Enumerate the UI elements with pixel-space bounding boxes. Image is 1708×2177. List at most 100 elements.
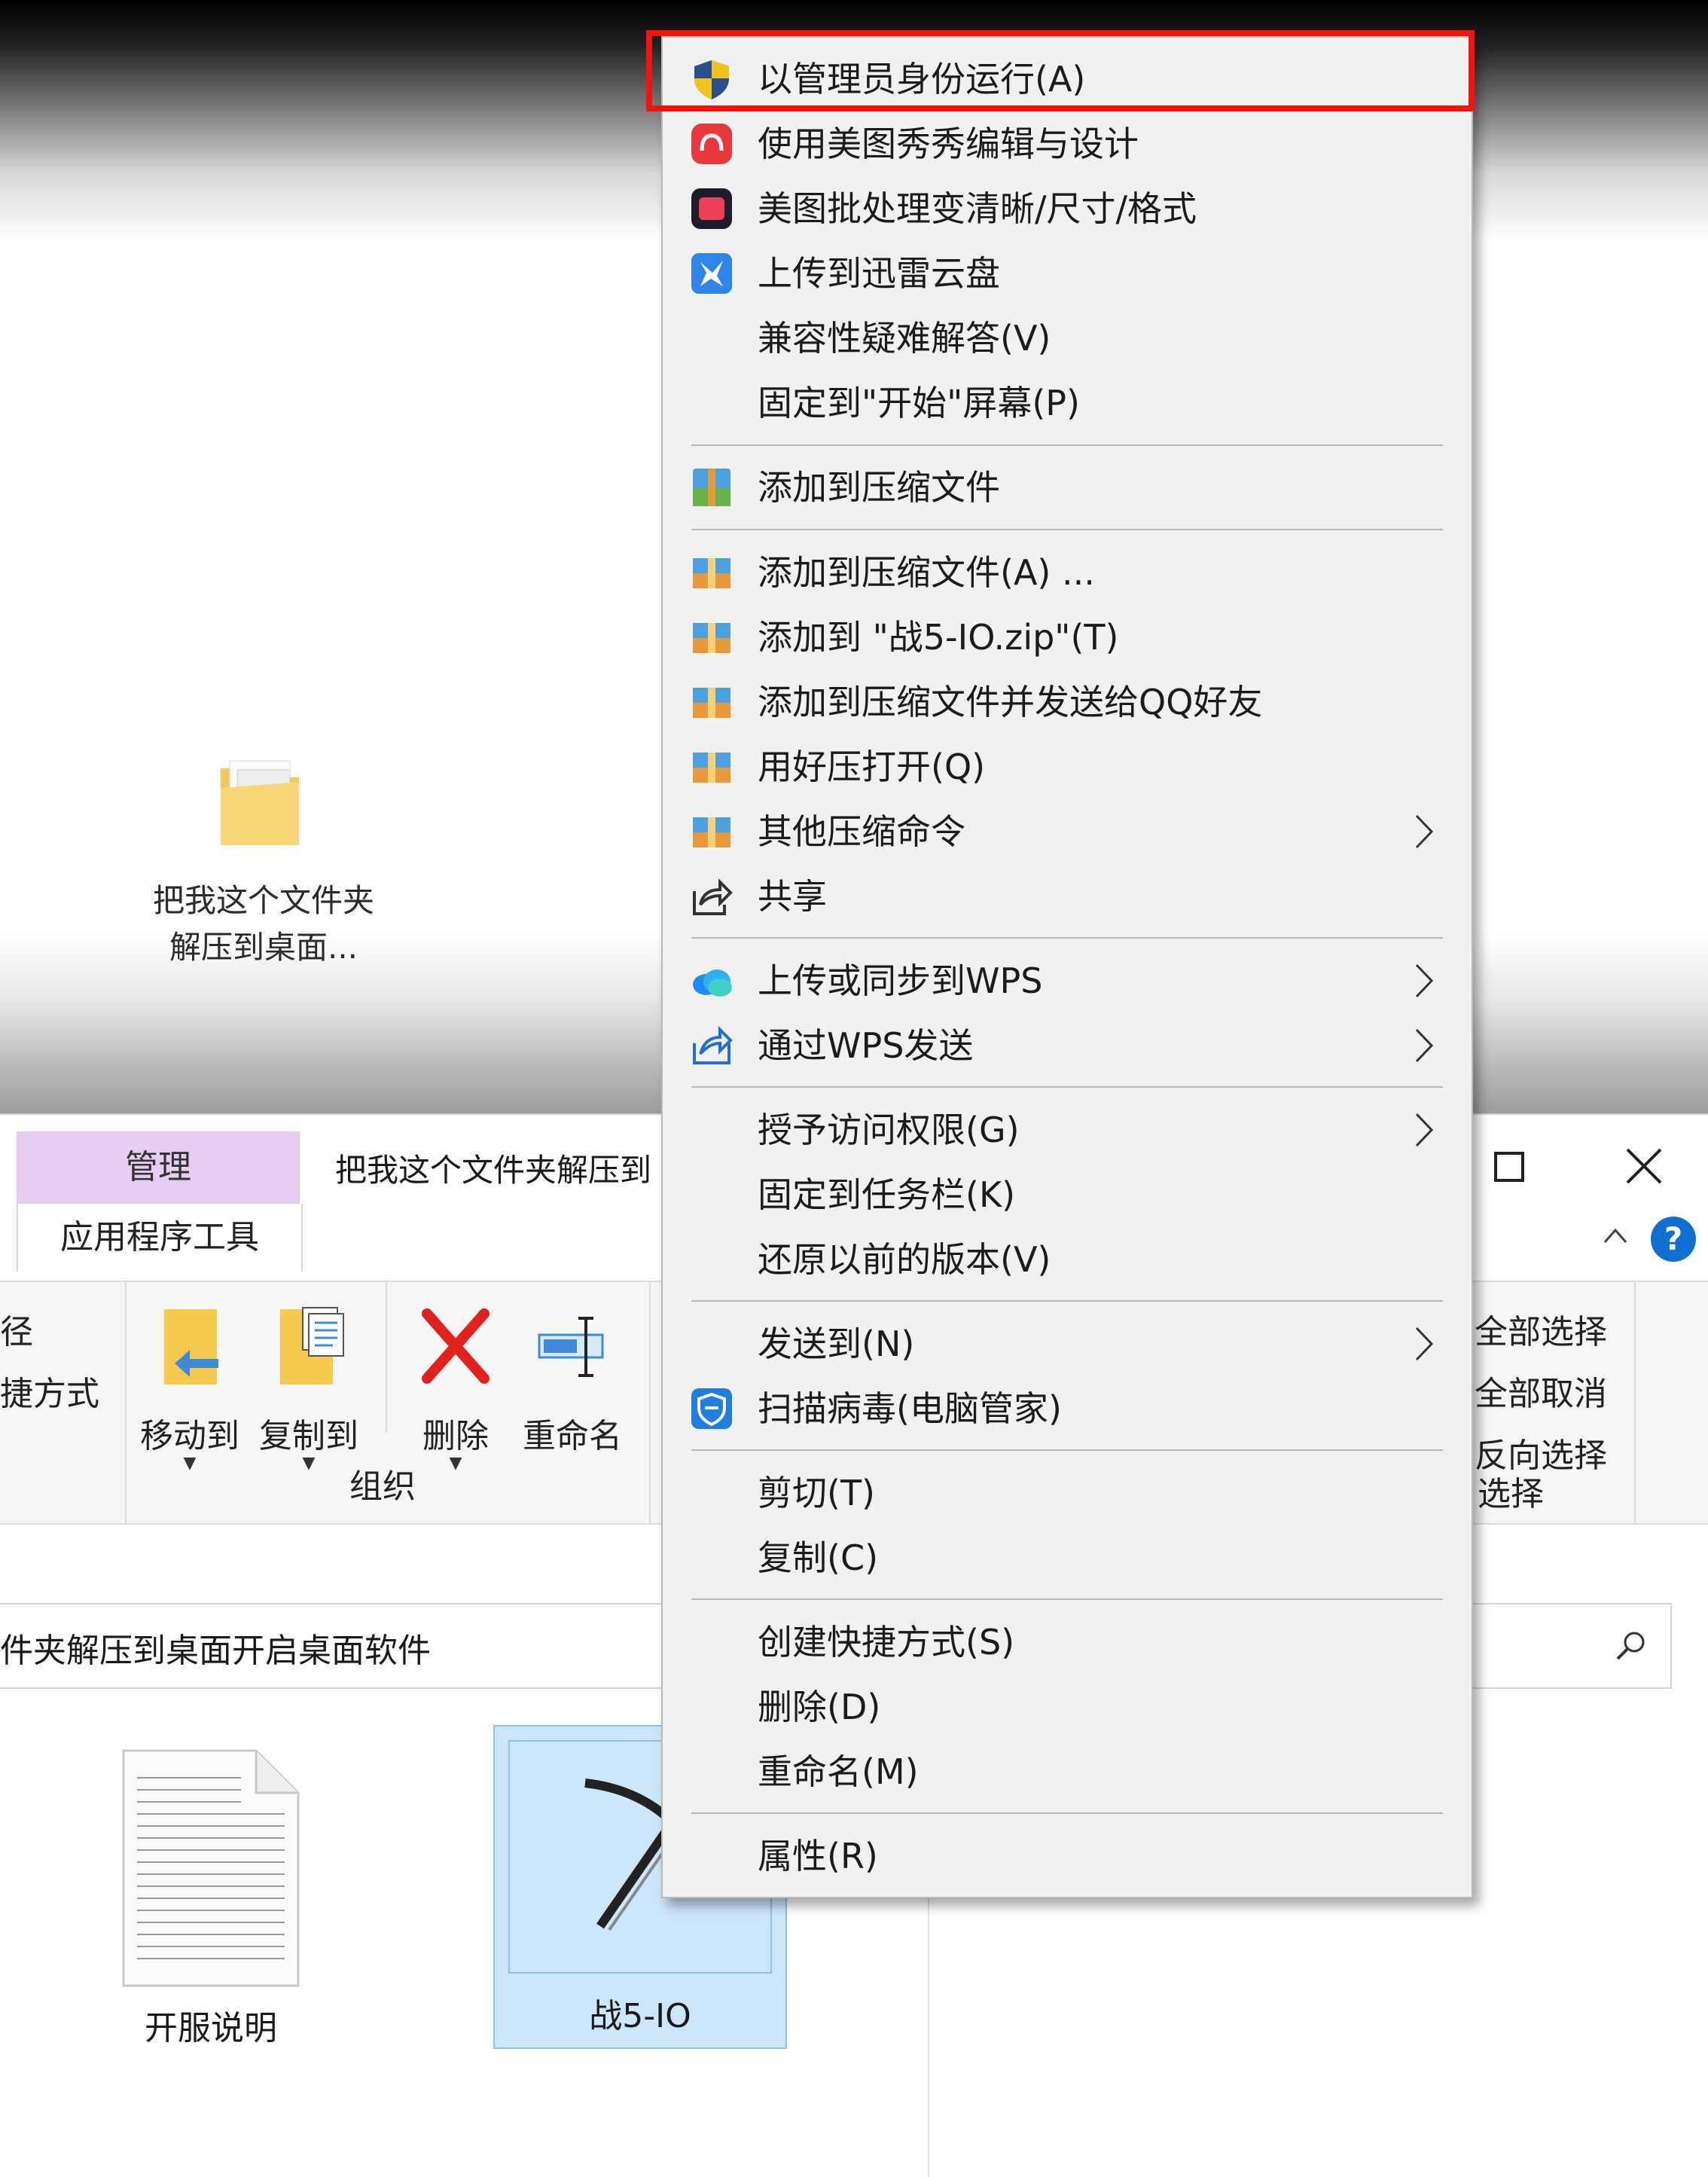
ribbon-divider [386, 1282, 387, 1433]
move-to-icon [164, 1309, 218, 1385]
menu-separator [691, 529, 1443, 530]
menu-item-create-shortcut[interactable]: 创建快捷方式(S) [663, 1610, 1472, 1675]
file-name: 开服说明 [145, 2009, 277, 2047]
menu-item-add-archive-options[interactable]: 添加到压缩文件(A) ... [663, 540, 1472, 605]
menu-item-label: 上传到迅雷云盘 [758, 253, 1000, 294]
xunlei-icon [691, 253, 732, 294]
rename-button[interactable]: 重命名 [520, 1306, 625, 1457]
copy-to-label: 复制到 [259, 1417, 358, 1455]
menu-item-pin-taskbar[interactable]: 固定到任务栏(K) [663, 1162, 1472, 1227]
menu-item-meitu-edit[interactable]: 使用美图秀秀编辑与设计 [663, 111, 1472, 176]
menu-item-label: 其他压缩命令 [758, 811, 965, 852]
menu-item-copy[interactable]: 复制(C) [663, 1525, 1472, 1590]
menu-item-rename[interactable]: 重命名(M) [663, 1739, 1472, 1804]
menu-item-send-to[interactable]: 发送到(N) [663, 1311, 1472, 1376]
pc-manager-icon [691, 1388, 732, 1429]
menu-separator [691, 444, 1443, 446]
menu-item-label: 美图批处理变清晰/尺寸/格式 [758, 188, 1197, 229]
menu-separator [691, 1086, 1443, 1088]
menu-item-label: 扫描病毒(电脑管家) [758, 1388, 1062, 1429]
menu-item-xunlei-upload[interactable]: 上传到迅雷云盘 [663, 241, 1472, 306]
menu-item-label: 删除(D) [758, 1687, 881, 1727]
archive-icon [693, 817, 730, 847]
menu-item-label: 复制(C) [758, 1537, 879, 1578]
folder-icon [221, 760, 299, 845]
chevron-right-icon [1415, 1113, 1434, 1147]
move-to-label: 移动到 [140, 1417, 239, 1455]
menu-separator [691, 1598, 1443, 1600]
help-button[interactable]: ? [1651, 1217, 1696, 1262]
text-file-icon [122, 1749, 300, 1987]
meitu-batch-icon [691, 188, 732, 229]
wps-send-icon [693, 1026, 733, 1064]
group-select-label: 选择 [1478, 1475, 1544, 1513]
archive-icon [693, 469, 730, 506]
desktop-folder-label: 把我这个文件夹解压到桌面... [152, 882, 374, 966]
desktop-folder-item[interactable]: 把我这个文件夹解压到桌面... [151, 742, 377, 991]
menu-item-label: 兼容性疑难解答(V) [758, 318, 1051, 359]
menu-item-other-compress[interactable]: 其他压缩命令 [663, 799, 1472, 864]
delete-label: 删除 [422, 1417, 489, 1455]
menu-item-label: 发送到(N) [758, 1324, 915, 1364]
menu-item-delete[interactable]: 删除(D) [663, 1675, 1472, 1739]
chevron-right-icon [1415, 814, 1434, 849]
menu-item-properties[interactable]: 属性(R) [663, 1824, 1472, 1888]
file-item[interactable]: 开服说明 [120, 1748, 301, 2049]
menu-item-label: 重命名(M) [758, 1751, 919, 1792]
meitu-icon [691, 124, 732, 164]
select-none-button[interactable]: 全部取消 [1475, 1366, 1607, 1415]
dropdown-arrow-icon: ▼ [449, 1454, 462, 1473]
menu-item-compat-troubleshoot[interactable]: 兼容性疑难解答(V) [663, 306, 1472, 371]
menu-item-label: 通过WPS发送 [758, 1025, 974, 1066]
chevron-up-icon[interactable] [1600, 1224, 1630, 1247]
menu-item-wps-send[interactable]: 通过WPS发送 [663, 1013, 1472, 1078]
menu-item-share[interactable]: 共享 [663, 864, 1472, 929]
delete-button[interactable]: 删除 ▼ [407, 1306, 505, 1473]
group-organize-label: 组织 [349, 1467, 416, 1506]
copy-to-icon [280, 1307, 344, 1385]
menu-item-grant-access[interactable]: 授予访问权限(G) [663, 1098, 1472, 1162]
copy-to-button[interactable]: 复制到 ▼ [256, 1306, 361, 1473]
chevron-right-icon [1415, 963, 1434, 998]
window-title: 把我这个文件夹解压到 [335, 1152, 652, 1189]
rename-icon [538, 1317, 604, 1377]
chevron-right-icon [1415, 1327, 1434, 1361]
menu-item-label: 固定到任务栏(K) [758, 1174, 1016, 1215]
context-menu: 以管理员身份运行(A) 使用美图秀秀编辑与设计 美图批处理变清晰/尺寸/格式 上… [661, 36, 1473, 1898]
rename-label: 重命名 [523, 1417, 622, 1455]
menu-item-add-archive[interactable]: 添加到压缩文件 [663, 455, 1472, 520]
ribbon-divider [649, 1282, 651, 1523]
maximize-icon[interactable] [1491, 1149, 1527, 1185]
archive-icon [693, 688, 730, 718]
file-name: 战5-IO [589, 1997, 691, 2035]
menu-item-restore-versions[interactable]: 还原以前的版本(V) [663, 1227, 1472, 1292]
menu-item-label: 添加到压缩文件(A) ... [758, 552, 1095, 593]
archive-icon [693, 623, 730, 653]
tab-application-tools[interactable]: 应用程序工具 [17, 1204, 303, 1272]
wps-cloud-icon [693, 969, 732, 997]
menu-item-wps-sync[interactable]: 上传或同步到WPS [663, 948, 1472, 1013]
share-icon [693, 878, 733, 915]
menu-item-label: 使用美图秀秀编辑与设计 [758, 124, 1139, 164]
tab-manage[interactable]: 管理 [17, 1131, 300, 1204]
search-icon[interactable] [1612, 1627, 1649, 1665]
menu-item-label: 添加到 "战5-IO.zip"(T) [758, 617, 1119, 658]
menu-item-label: 添加到压缩文件 [758, 467, 1000, 508]
ribbon-divider [1634, 1282, 1636, 1523]
archive-icon [693, 558, 730, 588]
close-icon[interactable] [1623, 1145, 1665, 1187]
menu-item-cut[interactable]: 剪切(T) [663, 1461, 1472, 1525]
menu-item-scan-virus[interactable]: 扫描病毒(电脑管家) [663, 1376, 1472, 1441]
ribbon-left-partial-1: 径 [0, 1313, 33, 1351]
menu-item-add-to-zip[interactable]: 添加到 "战5-IO.zip"(T) [663, 605, 1472, 670]
select-all-button[interactable]: 全部选择 [1475, 1305, 1607, 1353]
menu-item-meitu-batch[interactable]: 美图批处理变清晰/尺寸/格式 [663, 176, 1472, 241]
archive-icon [693, 753, 730, 783]
delete-x-icon [422, 1308, 490, 1384]
menu-item-open-haozip[interactable]: 用好压打开(Q) [663, 734, 1472, 799]
menu-item-label: 共享 [758, 876, 827, 917]
menu-separator [691, 937, 1443, 939]
menu-item-archive-send-qq[interactable]: 添加到压缩文件并发送给QQ好友 [663, 670, 1472, 734]
menu-item-pin-start[interactable]: 固定到"开始"屏幕(P) [663, 371, 1472, 435]
move-to-button[interactable]: 移动到 ▼ [137, 1306, 242, 1473]
